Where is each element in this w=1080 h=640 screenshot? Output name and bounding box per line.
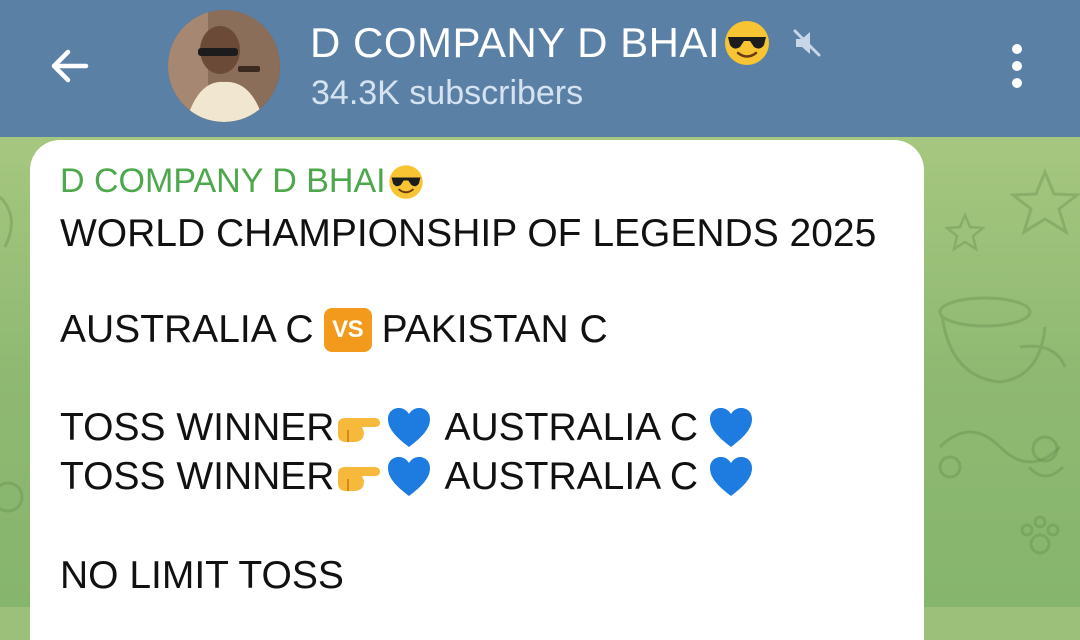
toss-line-2: TOSS WINNER AUSTRALIA C [60,455,754,499]
toss-team: AUSTRALIA C [444,406,699,449]
channel-title[interactable]: D COMPANY D BHAI [310,18,822,68]
message-sender: D COMPANY D BHAI [60,162,425,201]
channel-header: D COMPANY D BHAI 34.3K subscribers [0,0,1080,137]
toss-line-1: TOSS WINNER AUSTRALIA C [60,406,754,450]
kebab-menu-icon [1012,44,1022,54]
match-line: AUSTRALIA C VS PAKISTAN C [60,308,608,352]
team-b: PAKISTAN C [381,308,608,351]
arrow-left-icon [51,49,89,83]
message-bubble[interactable]: D COMPANY D BHAI WORLD CHAMPIONSHIP OF L… [30,140,924,640]
more-options-button[interactable] [992,36,1042,96]
channel-avatar[interactable] [168,10,280,122]
blue-heart-emoji-icon [388,457,431,496]
sender-name: D COMPANY D BHAI [60,162,386,200]
sunglasses-emoji-icon [725,21,770,65]
toss-team: AUSTRALIA C [444,455,699,498]
team-a: AUSTRALIA C [60,308,314,351]
bird-doodle-icon [1027,435,1065,478]
small-star-doodle-icon [945,212,985,252]
message-footer-line: NO LIMIT TOSS [60,554,344,597]
message-title-line: WORLD CHAMPIONSHIP OF LEGENDS 2025 [60,212,877,255]
mute-icon [792,28,822,58]
paw-doodle-icon [1020,515,1060,555]
pointing-right-emoji-icon [338,418,381,442]
pointing-right-emoji-icon [338,467,381,491]
sunglasses-emoji-icon [388,164,423,199]
blue-heart-emoji-icon [388,408,431,447]
avatar-photo [168,10,280,122]
blue-heart-emoji-icon [710,408,753,447]
vs-badge-icon: VS [323,308,372,352]
left-doodle-icon [0,195,24,513]
star-doodle-icon [1010,168,1080,236]
channel-name: D COMPANY D BHAI [310,19,721,66]
toss-label: TOSS WINNER [60,455,335,498]
toss-label: TOSS WINNER [60,406,335,449]
bowl-doodle-icon [938,296,1067,384]
subscriber-count: 34.3K subscribers [311,74,584,112]
back-button[interactable] [38,34,102,98]
blue-heart-emoji-icon [710,457,753,496]
